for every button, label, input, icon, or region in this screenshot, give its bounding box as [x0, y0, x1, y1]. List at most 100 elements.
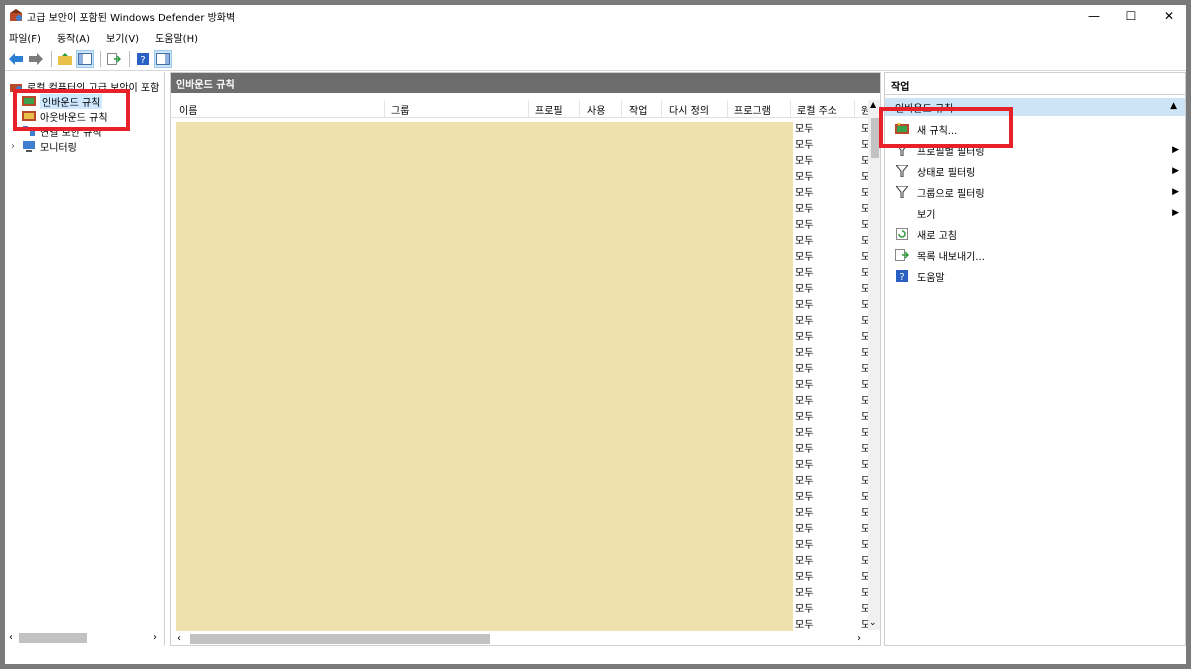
cell-local-address: 모두	[795, 428, 814, 439]
back-arrow-icon	[9, 52, 23, 65]
action-refresh[interactable]: 새로 고침	[895, 225, 957, 243]
table-row[interactable]: 모두 모	[795, 264, 875, 280]
scroll-thumb[interactable]	[19, 633, 87, 643]
list-pane-title: 인바운드 규칙	[171, 73, 880, 93]
table-row[interactable]: 모두 모	[795, 280, 875, 296]
svg-text:?: ?	[899, 272, 904, 282]
scroll-right-icon[interactable]: ›	[857, 633, 861, 644]
table-row[interactable]: 모두 모	[795, 568, 875, 584]
menu-help[interactable]: 도움말(H)	[155, 30, 198, 45]
cell-local-address: 모두	[795, 444, 814, 455]
cell-local-address: 모두	[795, 316, 814, 327]
table-row[interactable]: 모두 모	[795, 584, 875, 600]
up-folder-button[interactable]	[56, 50, 74, 68]
column-name[interactable]: 이름	[179, 102, 197, 117]
column-local-address[interactable]: 로컬 주소	[797, 102, 837, 117]
show-hide-tree-button[interactable]	[76, 49, 94, 68]
cell-local-address: 모두	[795, 556, 814, 567]
table-row[interactable]: 모두 모	[795, 440, 875, 456]
scroll-right-icon[interactable]: ›	[153, 632, 157, 643]
table-row[interactable]: 모두 모	[795, 296, 875, 312]
export-button[interactable]	[105, 50, 123, 68]
menu-file[interactable]: 파일(F)	[9, 30, 41, 45]
table-row[interactable]: 모두 모	[795, 136, 875, 152]
cell-local-address: 모두	[795, 300, 814, 311]
column-action[interactable]: 작업	[629, 102, 647, 117]
table-row[interactable]: 모두 모	[795, 616, 875, 632]
table-row[interactable]: 모두 모	[795, 552, 875, 568]
filter-icon	[895, 165, 909, 177]
column-enabled[interactable]: 사용	[587, 102, 605, 117]
table-row[interactable]: 모두 모	[795, 520, 875, 536]
table-row[interactable]: 모두 모	[795, 360, 875, 376]
action-filter-group[interactable]: 그룹으로 필터링 ▶	[895, 183, 1185, 201]
forward-button[interactable]	[27, 50, 45, 68]
scroll-down-icon[interactable]: ⌄	[869, 618, 877, 628]
table-row[interactable]: 모두 모	[795, 120, 875, 136]
filter-icon	[895, 186, 909, 198]
folder-up-icon	[58, 52, 72, 65]
window-title: 고급 보안이 포함된 Windows Defender 방화벽	[27, 13, 236, 24]
submenu-arrow-icon: ▶	[1172, 145, 1179, 155]
action-filter-state[interactable]: 상태로 필터링 ▶	[895, 162, 1185, 180]
menu-bar: 파일(F) 동작(A) 보기(V) 도움말(H)	[5, 27, 1186, 47]
table-row[interactable]: 모두 모	[795, 424, 875, 440]
action-view[interactable]: 보기 ▶	[895, 204, 1185, 222]
scroll-up-icon[interactable]: ▲	[870, 100, 876, 109]
help-toolbar-button[interactable]: ?	[134, 50, 152, 68]
column-profile[interactable]: 프로필	[535, 102, 563, 117]
table-row[interactable]: 모두 모	[795, 488, 875, 504]
table-row[interactable]: 모두 모	[795, 376, 875, 392]
table-row[interactable]: 모두 모	[795, 184, 875, 200]
show-action-pane-button[interactable]	[154, 49, 172, 68]
table-row[interactable]: 모두 모	[795, 216, 875, 232]
tree-horizontal-scrollbar[interactable]: ‹ ›	[5, 630, 164, 644]
cell-local-address: 모두	[795, 140, 814, 151]
table-row[interactable]: 모두 모	[795, 536, 875, 552]
scroll-thumb[interactable]	[190, 634, 490, 644]
highlight-box-inbound	[13, 89, 130, 131]
action-help[interactable]: ? 도움말	[895, 267, 945, 285]
scroll-left-icon[interactable]: ‹	[177, 633, 181, 644]
list-horizontal-scrollbar[interactable]: ‹ ›	[171, 631, 880, 645]
menu-action[interactable]: 동작(A)	[57, 30, 90, 45]
column-override[interactable]: 다시 정의	[669, 102, 709, 117]
table-row[interactable]: 모두 모	[795, 248, 875, 264]
table-row[interactable]: 모두 모	[795, 200, 875, 216]
table-row[interactable]: 모두 모	[795, 168, 875, 184]
cell-local-address: 모두	[795, 332, 814, 343]
table-row[interactable]: 모두 모	[795, 408, 875, 424]
scroll-thumb[interactable]	[871, 118, 879, 158]
back-button[interactable]	[7, 50, 25, 68]
cell-local-address: 모두	[795, 268, 814, 279]
table-row[interactable]: 모두 모	[795, 152, 875, 168]
list-vertical-scrollbar[interactable]: ▲ ⌄	[868, 100, 880, 630]
tree-item-monitoring[interactable]: › 모니터링	[11, 139, 77, 154]
table-row[interactable]: 모두 모	[795, 600, 875, 616]
toolbar-separator	[51, 50, 52, 67]
scroll-left-icon[interactable]: ‹	[9, 632, 13, 643]
table-row[interactable]: 모두 모	[795, 328, 875, 344]
cell-local-address: 모두	[795, 348, 814, 359]
table-row[interactable]: 모두 모	[795, 472, 875, 488]
cell-local-address: 모두	[795, 220, 814, 231]
menu-view[interactable]: 보기(V)	[106, 30, 139, 45]
table-row[interactable]: 모두 모	[795, 312, 875, 328]
table-row[interactable]: 모두 모	[795, 232, 875, 248]
close-button[interactable]: ✕	[1146, 5, 1191, 27]
table-row[interactable]: 모두 모	[795, 392, 875, 408]
actions-title: 작업	[885, 77, 1185, 95]
table-row[interactable]: 모두 모	[795, 344, 875, 360]
highlight-box-new-rule	[879, 107, 1013, 148]
column-divider	[384, 100, 385, 118]
column-program[interactable]: 프로그램	[734, 102, 771, 117]
column-group[interactable]: 그룹	[391, 102, 409, 117]
action-export-list[interactable]: 목록 내보내기...	[895, 246, 985, 264]
column-divider	[727, 100, 728, 118]
console-tree-icon	[78, 52, 92, 65]
collapse-up-icon[interactable]: ▲	[1170, 101, 1177, 111]
expand-chevron-icon[interactable]: ›	[11, 141, 19, 152]
table-row[interactable]: 모두 모	[795, 456, 875, 472]
column-divider	[854, 100, 855, 118]
table-row[interactable]: 모두 모	[795, 504, 875, 520]
